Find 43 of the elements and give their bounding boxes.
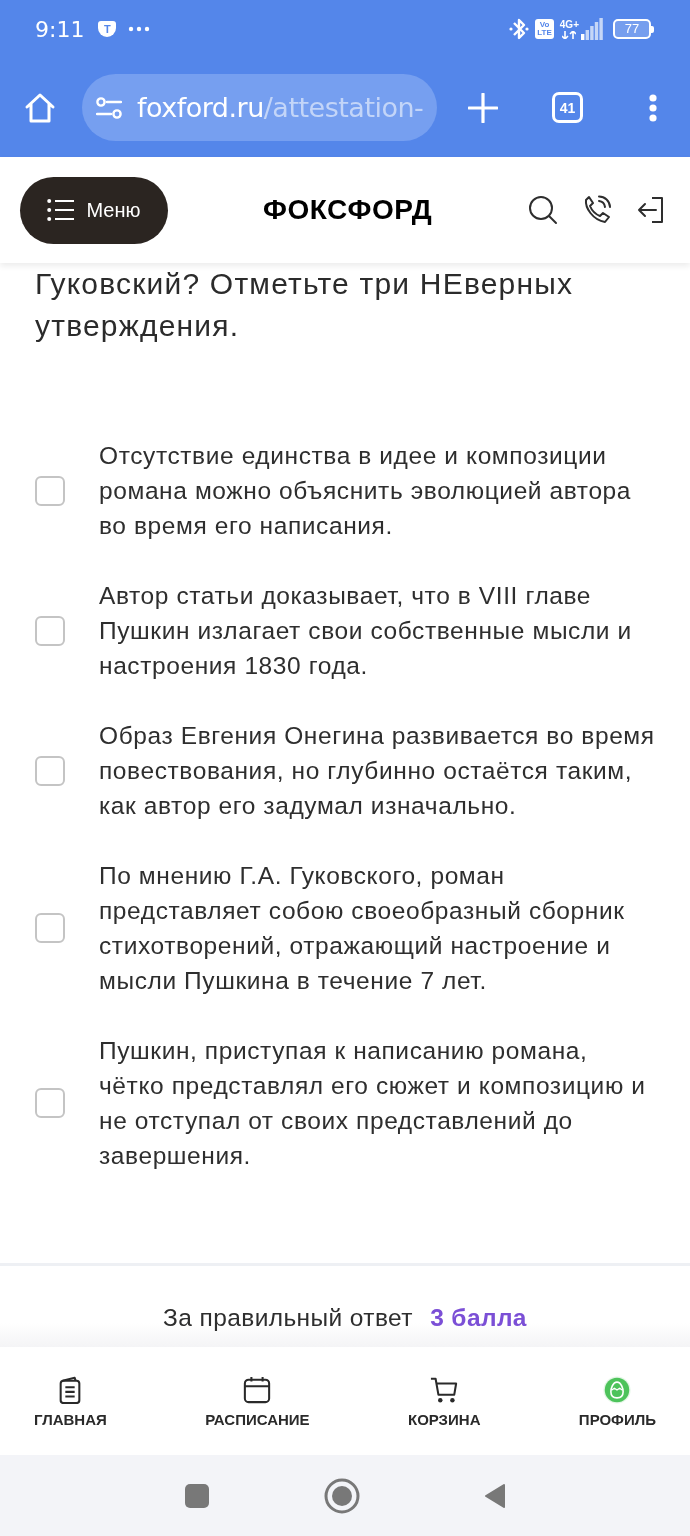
nav-tab[interactable]: ГЛАВНАЯ (34, 1376, 107, 1429)
signal-icon (581, 18, 603, 40)
list-icon (47, 199, 76, 221)
new-tab-icon[interactable] (468, 92, 498, 123)
status-time: 9:11 (35, 16, 85, 42)
checkbox[interactable] (35, 475, 65, 506)
question-text: Гуковский? Отметьте три НЕверных утверждения. (35, 266, 575, 344)
option-label[interactable]: Образ Евгения Онегина развивается во время повествования, но глубинно остаётся таким, как автор его задумал изначально. (99, 718, 656, 823)
volte-badge: Vo LTE (535, 19, 554, 39)
nav-tab[interactable]: ПРОФИЛЬ (578, 1376, 656, 1429)
battery-indicator: 77 (613, 19, 654, 39)
option-label[interactable]: Отсутствие единства в идее и композиции романа можно объяснить эволюцией автора во время его написания. (99, 438, 656, 543)
tab-count-button[interactable]: 41 (552, 92, 583, 123)
home-button-icon[interactable] (323, 1477, 360, 1514)
logout-icon[interactable] (636, 195, 666, 225)
more-dots-icon (128, 26, 151, 32)
option-label[interactable]: Автор статьи доказывает, что в VIII главе Пушкин излагает свои собственные мысли и настроения 1830 года. (99, 578, 656, 683)
notification-badge: T (98, 21, 117, 37)
nav-tab[interactable]: РАСПИСАНИЕ (205, 1376, 310, 1429)
phone-icon[interactable] (582, 195, 612, 225)
checkbox[interactable] (35, 615, 65, 646)
network-type: 4G+ (559, 19, 579, 30)
menu-button[interactable]: Меню (20, 176, 168, 244)
home-icon[interactable] (24, 91, 56, 124)
nav-tab[interactable]: КОРЗИНА (408, 1376, 481, 1429)
data-arrows-icon (562, 30, 577, 39)
calendar-icon (243, 1376, 272, 1404)
bluetooth-icon (509, 16, 530, 42)
recent-apps-icon[interactable] (184, 1483, 209, 1508)
score-points: 3 балла (430, 1304, 527, 1331)
site-settings-icon[interactable] (96, 96, 122, 119)
site-logo[interactable]: ФОКСФОРД (263, 194, 433, 226)
score-label: За правильный ответ (163, 1304, 413, 1331)
option-label[interactable]: Пушкин, приступая к написанию романа, чётко представлял его сюжет и композицию и не отступал от своих представлений до завершения. (99, 1033, 656, 1173)
more-menu-icon[interactable] (649, 93, 657, 122)
back-icon[interactable] (483, 1482, 506, 1509)
search-icon[interactable] (528, 195, 558, 225)
checkbox[interactable] (35, 913, 65, 943)
option-label[interactable]: По мнению Г.А. Гуковского, роман представляет собою своеобразный сборник стихотворений, отражающий настроение и мысли Пушкина в течение 7 лет. (99, 858, 656, 998)
avatar-icon (603, 1376, 632, 1404)
checkbox[interactable] (35, 755, 65, 786)
cart-icon (430, 1376, 459, 1404)
checkbox[interactable] (35, 1088, 65, 1118)
